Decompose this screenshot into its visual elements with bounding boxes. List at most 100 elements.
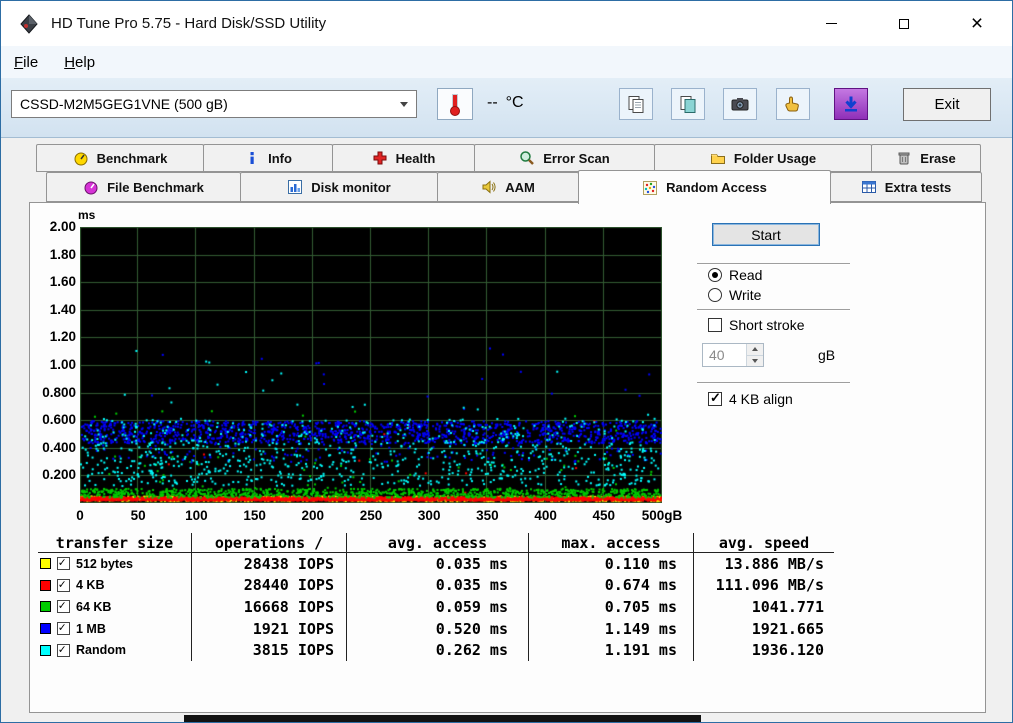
toolbar: CSSD-M2M5GEG1VNE (500 gB) -- °C Exit	[1, 78, 1012, 138]
x-tick-label: 50	[131, 508, 146, 523]
tab-disk-monitor[interactable]: Disk monitor	[240, 172, 438, 202]
tab-file-benchmark[interactable]: File Benchmark	[46, 172, 241, 202]
disk-monitor-icon	[287, 179, 303, 195]
benchmark-icon	[73, 150, 89, 166]
screenshot-button[interactable]	[723, 88, 757, 120]
title-bar: HD Tune Pro 5.75 - Hard Disk/SSD Utility…	[1, 1, 1012, 46]
health-icon	[372, 150, 388, 166]
separator	[697, 382, 850, 384]
align-checkbox[interactable]	[708, 392, 722, 406]
table-cell-max-access: 1.149 ms	[529, 618, 694, 640]
table-cell-avg-speed: 1041.771	[694, 596, 834, 618]
series-checkbox[interactable]	[57, 600, 70, 613]
align-label: 4 KB align	[729, 391, 793, 407]
tab-label: Folder Usage	[734, 151, 816, 166]
table-cell-transfer-size: 512 bytes	[38, 553, 192, 575]
x-tick-label: 250	[360, 508, 383, 523]
y-tick-label: 1.00	[32, 357, 76, 372]
table-cell-avg-speed: 1921.665	[694, 618, 834, 640]
align-option[interactable]: 4 KB align	[708, 391, 793, 407]
exit-button[interactable]: Exit	[903, 88, 991, 121]
erase-icon	[896, 150, 912, 166]
drive-selector[interactable]: CSSD-M2M5GEG1VNE (500 gB)	[11, 90, 417, 118]
tab-label: Info	[268, 151, 292, 166]
minimize-button[interactable]	[811, 1, 851, 46]
tab-random-access[interactable]: Random Access	[578, 170, 831, 204]
app-icon	[18, 13, 40, 35]
series-checkbox[interactable]	[57, 579, 70, 592]
tab-error-scan[interactable]: Error Scan	[474, 144, 655, 172]
tab-erase[interactable]: Erase	[871, 144, 981, 172]
temperature-unit: °C	[506, 94, 524, 112]
y-tick-label: 1.40	[32, 302, 76, 317]
stepper-down-button[interactable]	[747, 355, 763, 367]
tab-info[interactable]: Info	[203, 144, 333, 172]
copy-button[interactable]	[619, 88, 653, 120]
read-option[interactable]: Read	[708, 267, 762, 283]
col-header-transfer-size: transfer size	[38, 533, 192, 553]
menu-file[interactable]: File	[14, 54, 38, 71]
series-checkbox[interactable]	[57, 644, 70, 657]
tab-label: Erase	[920, 151, 955, 166]
download-icon	[841, 94, 861, 114]
table-cell-max-access: 0.674 ms	[529, 575, 694, 597]
short-stroke-checkbox[interactable]	[708, 318, 722, 332]
write-option[interactable]: Write	[708, 287, 761, 303]
donate-button[interactable]	[776, 88, 810, 120]
table-cell-max-access: 0.705 ms	[529, 596, 694, 618]
y-tick-label: 1.80	[32, 247, 76, 262]
read-radio[interactable]	[708, 268, 722, 282]
table-cell-avg-access: 0.035 ms	[347, 553, 529, 575]
tab-label: Error Scan	[543, 151, 609, 166]
table-cell-transfer-size: 1 MB	[38, 618, 192, 640]
tab-benchmark[interactable]: Benchmark	[36, 144, 204, 172]
results-table: transfer size operations / avg. access m…	[38, 533, 834, 661]
y-tick-label: 0.800	[32, 385, 76, 400]
col-header-max-access: max. access	[529, 533, 694, 553]
maximize-button[interactable]	[884, 1, 924, 46]
stroke-size-unit: gB	[818, 347, 835, 363]
tab-row-2: File Benchmark Disk monitor AAM Random A…	[46, 172, 982, 204]
up-arrow-icon	[752, 347, 758, 351]
short-stroke-option[interactable]: Short stroke	[708, 317, 804, 333]
temperature-button[interactable]	[437, 88, 473, 120]
tab-row-1: Benchmark Info Health Error Scan Folder …	[36, 144, 981, 172]
close-button[interactable]: ×	[957, 1, 997, 46]
series-checkbox[interactable]	[57, 622, 70, 635]
tab-label: File Benchmark	[107, 180, 204, 195]
col-header-avg-access: avg. access	[347, 533, 529, 553]
tab-label: Extra tests	[885, 180, 951, 195]
series-label: 4 KB	[76, 578, 104, 592]
tab-extra-tests[interactable]: Extra tests	[830, 172, 982, 202]
stroke-size-stepper[interactable]: 40	[702, 343, 764, 367]
tab-folder-usage[interactable]: Folder Usage	[654, 144, 872, 172]
start-button[interactable]: Start	[712, 223, 820, 246]
info-icon	[244, 150, 260, 166]
copy-image-button[interactable]	[671, 88, 705, 120]
down-arrow-icon	[752, 359, 758, 363]
stepper-up-button[interactable]	[747, 344, 763, 355]
y-tick-label: 1.60	[32, 274, 76, 289]
error-scan-icon	[519, 150, 535, 166]
x-tick-label: 350	[476, 508, 499, 523]
tab-health[interactable]: Health	[332, 144, 475, 172]
x-tick-label: 200	[302, 508, 325, 523]
series-color-swatch	[40, 601, 51, 612]
download-button[interactable]	[834, 88, 868, 120]
write-radio[interactable]	[708, 288, 722, 302]
copy-icon	[626, 94, 646, 114]
series-checkbox[interactable]	[57, 557, 70, 570]
tab-aam[interactable]: AAM	[437, 172, 579, 202]
dropdown-arrow-icon	[400, 102, 408, 107]
tab-label: Disk monitor	[311, 180, 390, 195]
folder-icon	[710, 150, 726, 166]
series-label: 64 KB	[76, 600, 111, 614]
window-controls: ×	[811, 1, 997, 46]
x-tick-label: 150	[243, 508, 266, 523]
tab-label: AAM	[505, 180, 535, 195]
write-label: Write	[729, 287, 761, 303]
stroke-size-value[interactable]: 40	[703, 344, 746, 366]
start-button-label: Start	[751, 227, 781, 243]
x-axis-labels: 050100150200250300350400450500gB	[30, 508, 985, 528]
menu-help[interactable]: Help	[64, 54, 95, 71]
